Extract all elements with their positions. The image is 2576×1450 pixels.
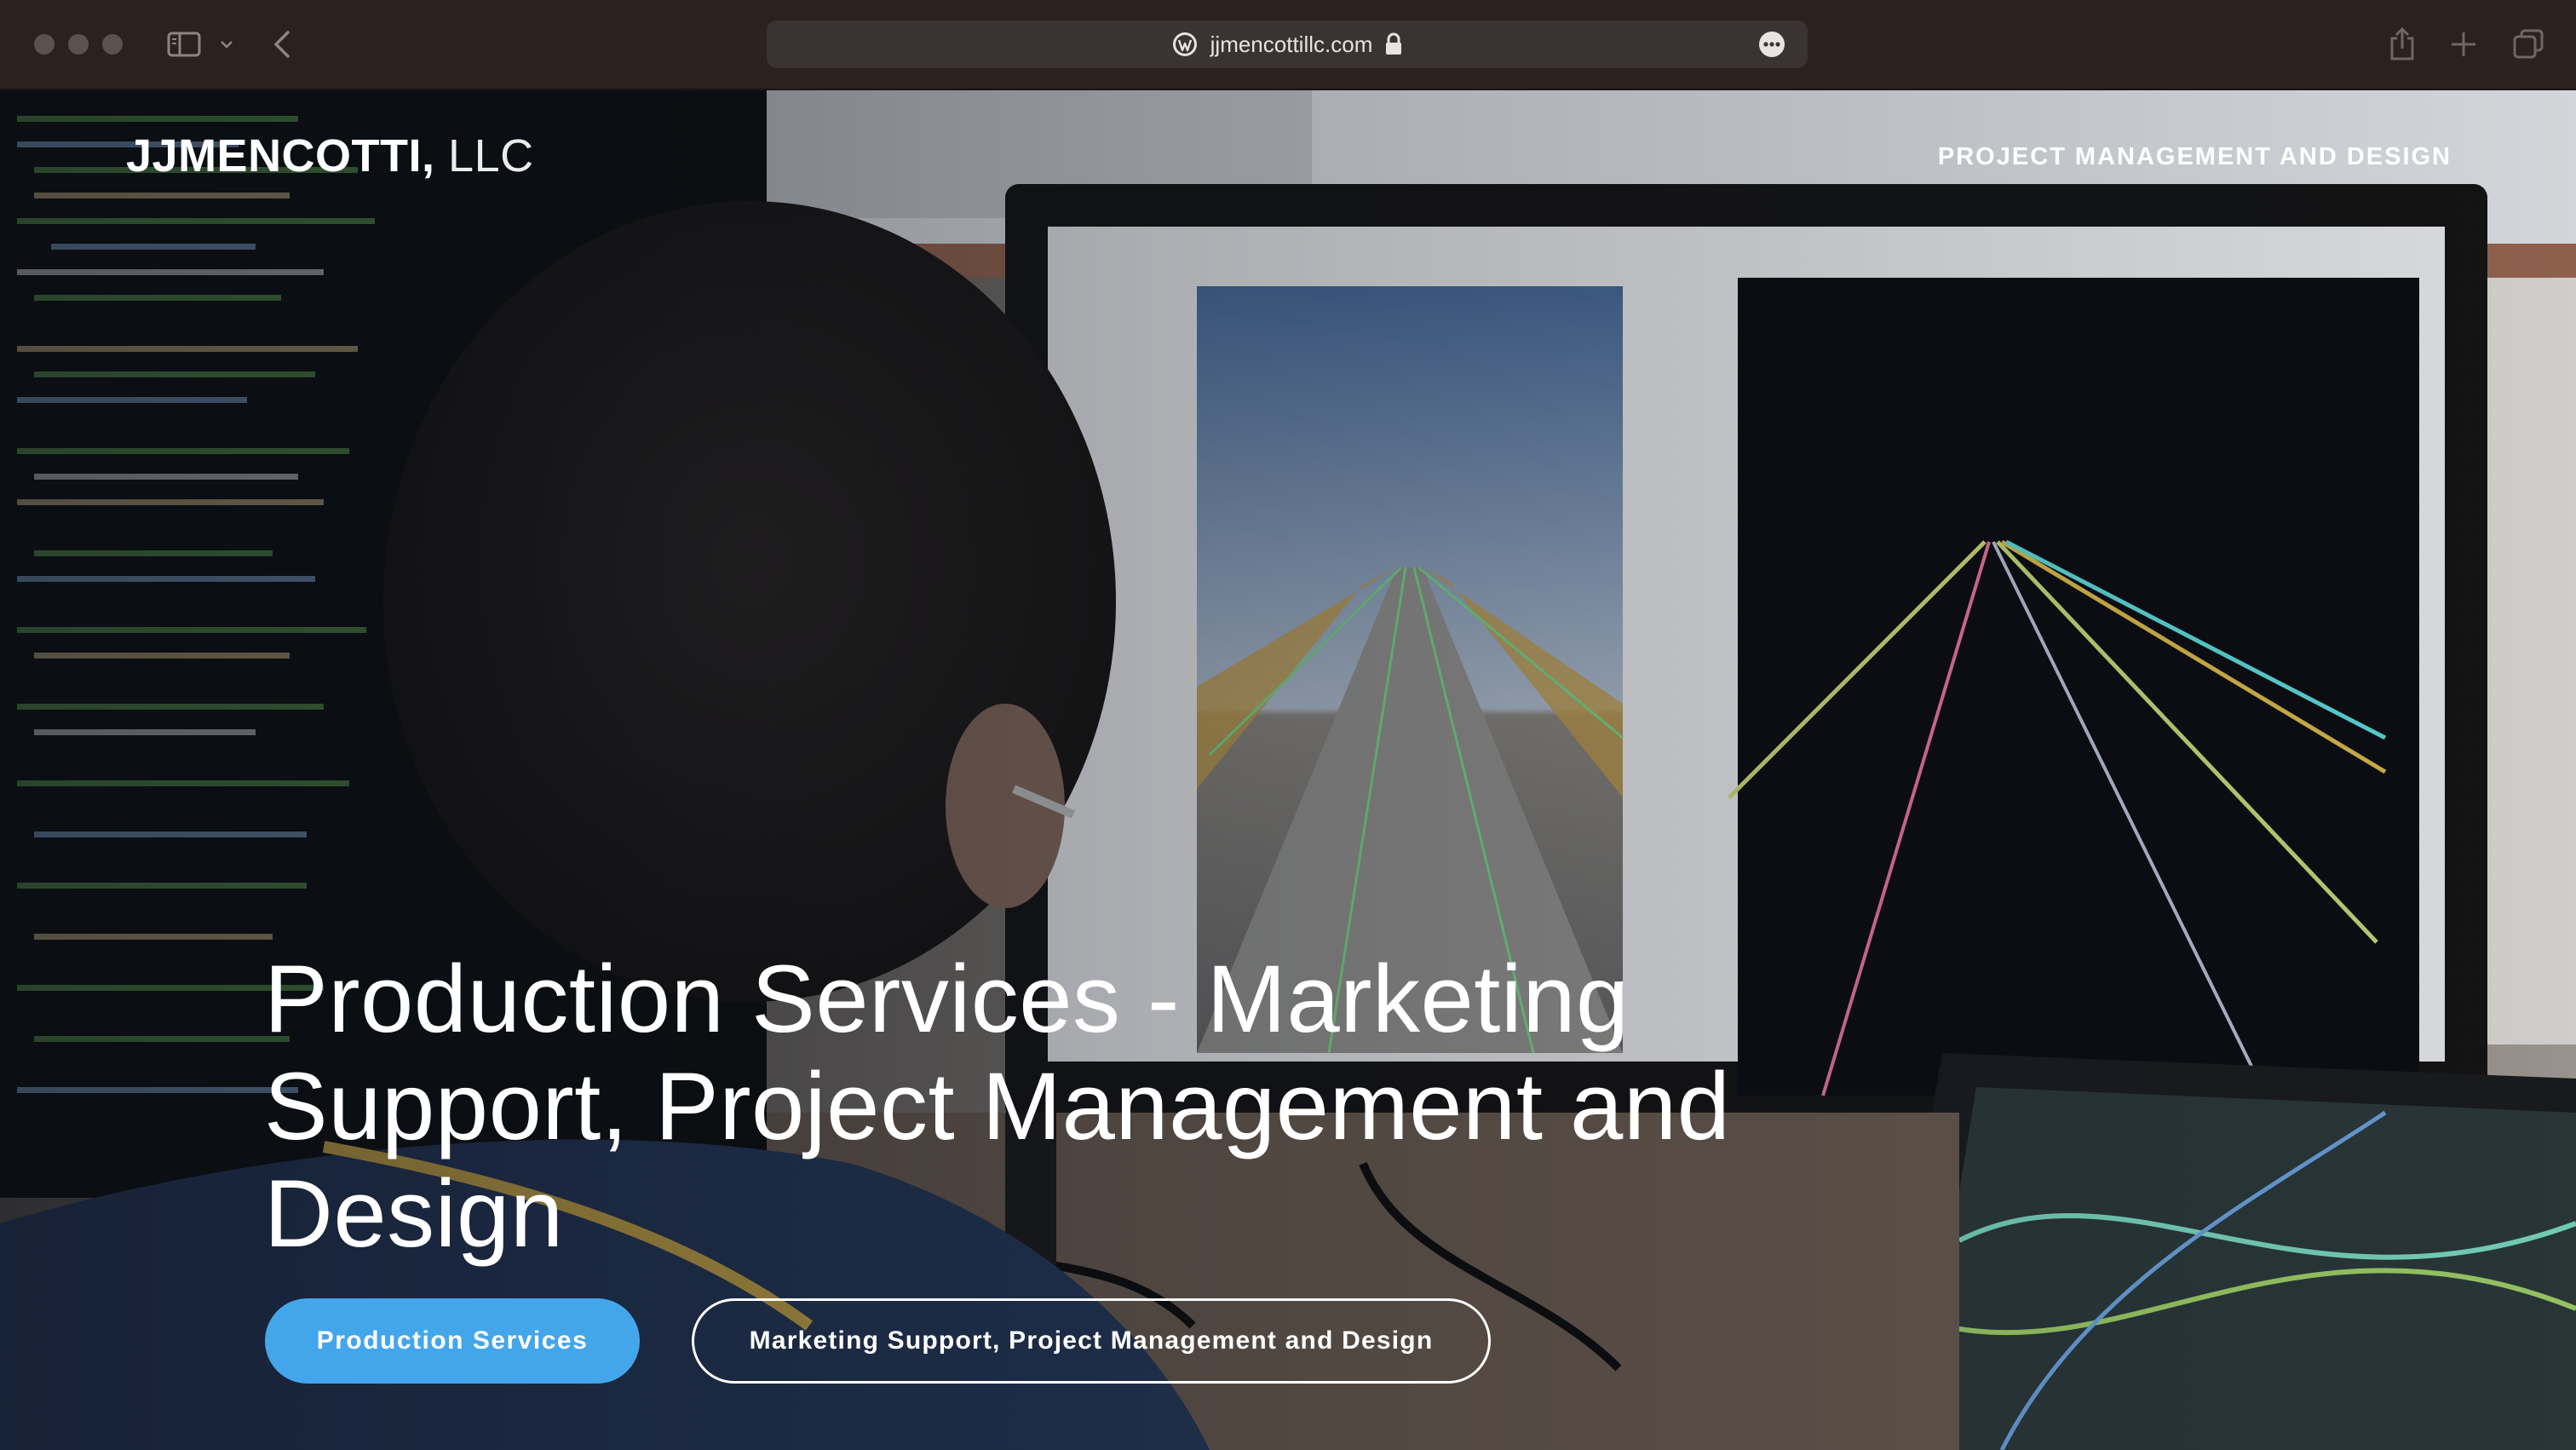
sidebar-icon (167, 32, 201, 57)
ellipsis-icon[interactable] (1758, 31, 1785, 58)
plus-icon (2452, 32, 2475, 56)
minimize-window-button[interactable] (68, 34, 89, 55)
hero-headline: Production Services - Marketing Support,… (264, 946, 1731, 1267)
nav-link-project-management[interactable]: PROJECT MANAGEMENT AND DESIGN (1938, 143, 2452, 171)
site-logo[interactable]: JJMENCOTTI, LLC (126, 129, 534, 182)
tab-overview-button[interactable] (2510, 26, 2547, 63)
tab-groups-menu-button[interactable] (216, 26, 237, 63)
share-icon (2390, 26, 2414, 60)
chevron-down-icon (221, 41, 233, 49)
url-text: jjmencottillc.com (1210, 31, 1373, 57)
sidebar-toggle-button[interactable] (165, 26, 203, 63)
logo-suffix: LLC (434, 130, 534, 181)
close-window-button[interactable] (34, 34, 55, 55)
marketing-support-button[interactable]: Marketing Support, Project Management an… (692, 1298, 1491, 1384)
production-services-button[interactable]: Production Services (265, 1298, 640, 1384)
lock-icon (1386, 32, 1402, 55)
tab-overview-icon (2513, 29, 2544, 59)
address-bar[interactable]: jjmencottillc.com (767, 20, 1808, 68)
hero-section: JJMENCOTTI, LLC PROJECT MANAGEMENT AND D… (0, 90, 2576, 1450)
back-arrow-icon (273, 31, 290, 58)
back-button[interactable] (267, 26, 296, 63)
share-button[interactable] (2385, 26, 2419, 63)
zoom-window-button[interactable] (102, 34, 123, 55)
wordpress-icon (1172, 32, 1197, 56)
browser-toolbar: jjmencottillc.com (0, 0, 2576, 90)
browser-window: jjmencottillc.com JJMENCOTTI, LLC PROJEC… (0, 0, 2576, 1450)
new-tab-button[interactable] (2447, 26, 2481, 63)
logo-name: JJMENCOTTI, (126, 130, 435, 181)
